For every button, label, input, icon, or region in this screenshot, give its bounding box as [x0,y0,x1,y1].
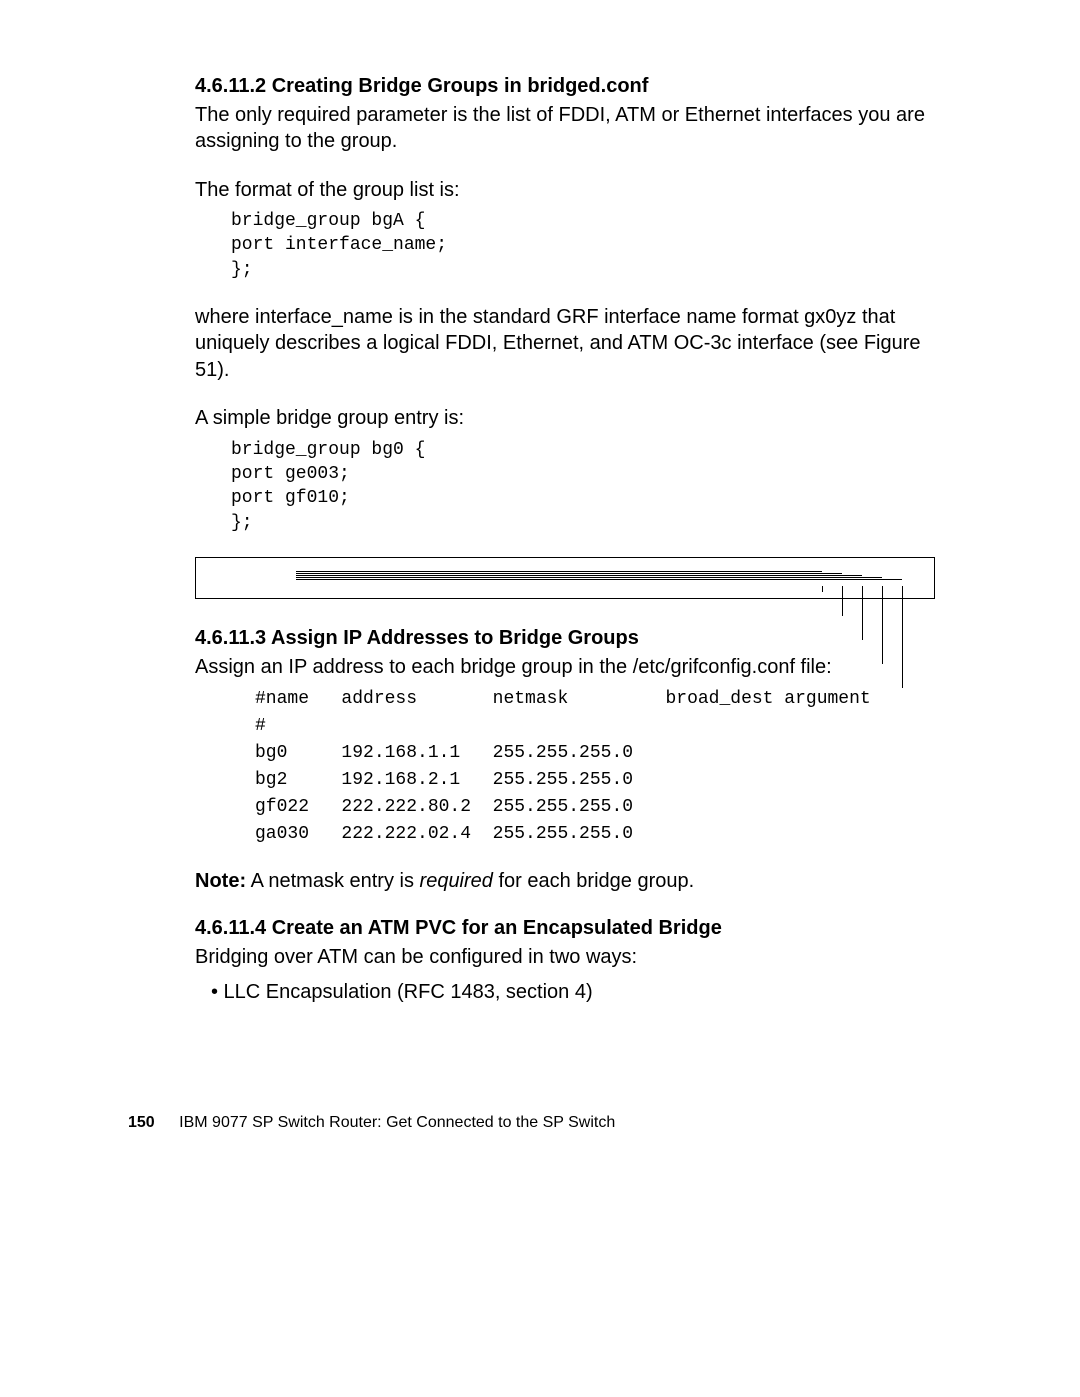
note-line: Note: A netmask entry is required for ea… [195,870,935,893]
book-title: IBM 9077 SP Switch Router: Get Connected… [179,1114,615,1131]
note-label: Note: [195,870,246,892]
figure-leader-line [296,573,842,574]
figure-rows [226,574,914,582]
code-block: #name address netmask broad_dest argumen… [255,686,935,848]
note-text: A netmask entry is [246,870,419,892]
figure-leader-line [296,577,882,578]
note-emph: required [420,870,493,892]
page-number: 150 [128,1114,155,1131]
paragraph: The format of the group list is: [195,177,935,203]
figure-leader-line [296,571,822,572]
paragraph: The only required parameter is the list … [195,102,935,155]
code-block: bridge_group bgA { port interface_name; … [231,209,935,282]
figure-leader-line [296,575,862,576]
paragraph: A simple bridge group entry is: [195,405,935,431]
paragraph: where interface_name is in the standard … [195,304,935,383]
figure-leader-line [296,579,902,580]
note-text: for each bridge group. [493,870,694,892]
section-title-4-6-11-2: 4.6.11.2 Creating Bridge Groups in bridg… [195,75,935,98]
code-block: bridge_group bg0 { port ge003; port gf01… [231,438,935,535]
page: 4.6.11.2 Creating Bridge Groups in bridg… [0,0,1080,1397]
page-footer: 150 IBM 9077 SP Switch Router: Get Conne… [128,1114,615,1132]
bullet-item: • LLC Encapsulation (RFC 1483, section 4… [211,981,935,1004]
figure-51-box [195,557,935,599]
section-title-4-6-11-4: 4.6.11.4 Create an ATM PVC for an Encaps… [195,917,935,940]
paragraph: Bridging over ATM can be configured in t… [195,944,935,970]
